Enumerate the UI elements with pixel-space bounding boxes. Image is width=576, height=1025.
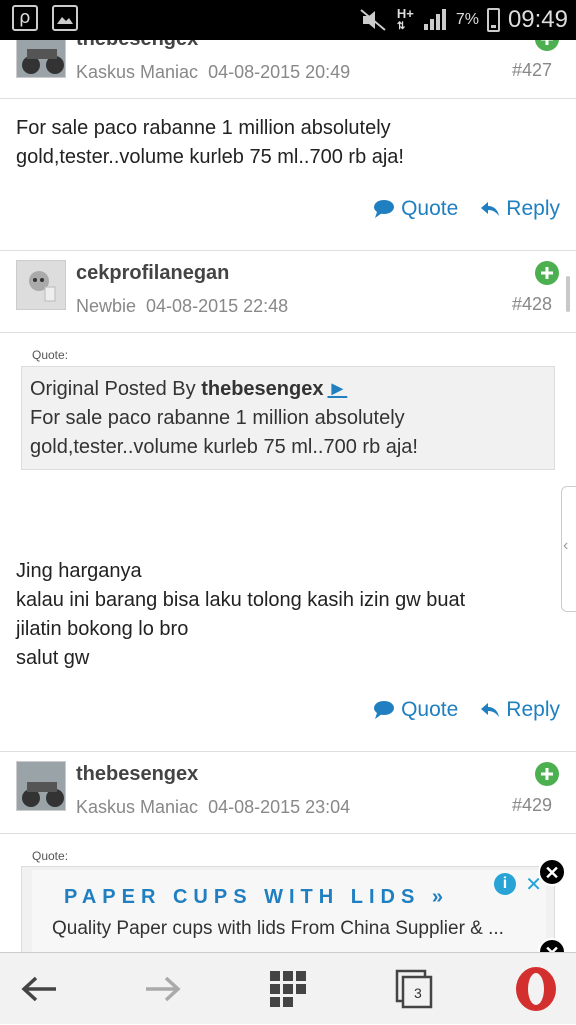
quote-button[interactable]: Quote (373, 197, 458, 221)
quoted-author[interactable]: thebesengex (201, 378, 323, 400)
search-notification-icon: ρ (12, 5, 38, 31)
user-rank: Kaskus Maniac (76, 797, 199, 817)
reply-button[interactable]: Reply (480, 698, 560, 722)
quoted-prefix: Original Posted By (30, 378, 196, 400)
network-type: H+ ⇅ (396, 6, 414, 32)
quote-button[interactable]: Quote (373, 698, 458, 722)
mute-icon (360, 9, 386, 31)
back-arrow-icon (21, 976, 56, 1002)
ad-banner[interactable]: PAPER CUPS WITH LIDS » Quality Paper cup… (32, 870, 546, 952)
avatar[interactable] (16, 761, 66, 811)
browser-navbar: 3 (0, 952, 576, 1024)
clock: 09:49 (507, 6, 568, 33)
add-friend-icon[interactable] (534, 260, 560, 286)
post-header: thebesengex Kaskus Maniac 04-08-2015 20:4… (0, 40, 576, 99)
post-body: For sale paco rabanne 1 million absolute… (16, 117, 404, 168)
tabs-button[interactable]: 3 (374, 953, 454, 1025)
opera-menu-button[interactable] (496, 953, 576, 1025)
username[interactable]: cekprofilanegan (76, 262, 229, 285)
battery-percent: 7% (455, 11, 479, 28)
post-actions: Quote Reply (373, 194, 560, 224)
username[interactable]: thebesengex (76, 763, 198, 786)
speed-dial-button[interactable] (248, 953, 328, 1025)
add-friend-icon[interactable] (534, 40, 560, 52)
tab-count: 3 (414, 985, 422, 1001)
back-button[interactable] (0, 953, 80, 1025)
post-body: Jing harganya kalau ini barang bisa laku… (16, 560, 466, 669)
user-rank: Kaskus Maniac (76, 62, 199, 82)
post-header: cekprofilanegan Newbie 04-08-2015 22:48 #… (0, 252, 576, 333)
view-post-arrow-icon[interactable]: ► (327, 378, 347, 400)
post-separator (0, 751, 576, 752)
post-date: 04-08-2015 23:04 (208, 797, 351, 817)
gallery-notification-icon (52, 5, 78, 31)
speech-bubble-icon (374, 701, 395, 719)
ad-close-button[interactable]: ✕ (538, 858, 566, 886)
post-meta: Kaskus Maniac 04-08-2015 23:04 (76, 797, 350, 818)
reply-arrow-icon (481, 202, 500, 216)
speech-bubble-icon (374, 200, 395, 218)
grid-icon (270, 971, 306, 1007)
side-panel-handle[interactable]: ‹ (561, 486, 576, 612)
status-bar: ρ H+ ⇅ 7% 09:49 (0, 0, 576, 40)
post-header: thebesengex Kaskus Maniac 04-08-2015 23:0… (0, 753, 576, 834)
forward-arrow-icon (146, 976, 181, 1002)
post-meta: Kaskus Maniac 04-08-2015 20:49 (76, 62, 350, 83)
scrollbar-thumb[interactable] (566, 276, 570, 312)
post-number[interactable]: #428 (512, 294, 552, 315)
post-number[interactable]: #429 (512, 795, 552, 816)
quote-heading: Quote: (32, 849, 69, 863)
battery-icon (486, 8, 500, 32)
forward-button[interactable] (122, 953, 202, 1025)
post-date: 04-08-2015 22:48 (146, 296, 289, 316)
quote-heading: Quote: (32, 348, 69, 362)
opera-logo-icon (516, 967, 556, 1011)
reply-arrow-icon (481, 703, 500, 717)
add-friend-icon[interactable] (534, 761, 560, 787)
signal-icon (423, 9, 446, 30)
user-rank: Newbie (76, 296, 137, 316)
post-date: 04-08-2015 20:49 (208, 62, 351, 82)
quote-box: Original Posted By thebesengex ► For sale… (21, 366, 555, 470)
chevron-left-icon: ‹ (563, 537, 569, 554)
reply-button[interactable]: Reply (480, 197, 560, 221)
avatar[interactable] (16, 40, 66, 78)
post-number[interactable]: #427 (512, 60, 552, 81)
ad-info-icon[interactable]: i (494, 873, 516, 895)
avatar[interactable] (16, 260, 66, 310)
ad-title[interactable]: PAPER CUPS WITH LIDS » (64, 886, 449, 909)
quoted-text: For sale paco rabanne 1 million absolute… (30, 407, 418, 458)
post-actions: Quote Reply (373, 695, 560, 725)
username[interactable]: thebesengex (76, 40, 198, 51)
ad-subtitle[interactable]: Quality Paper cups with lids From China … (52, 918, 504, 940)
post-separator (0, 250, 576, 251)
thread-content[interactable]: thebesengex Kaskus Maniac 04-08-2015 20:4… (0, 40, 576, 952)
post-meta: Newbie 04-08-2015 22:48 (76, 296, 288, 317)
